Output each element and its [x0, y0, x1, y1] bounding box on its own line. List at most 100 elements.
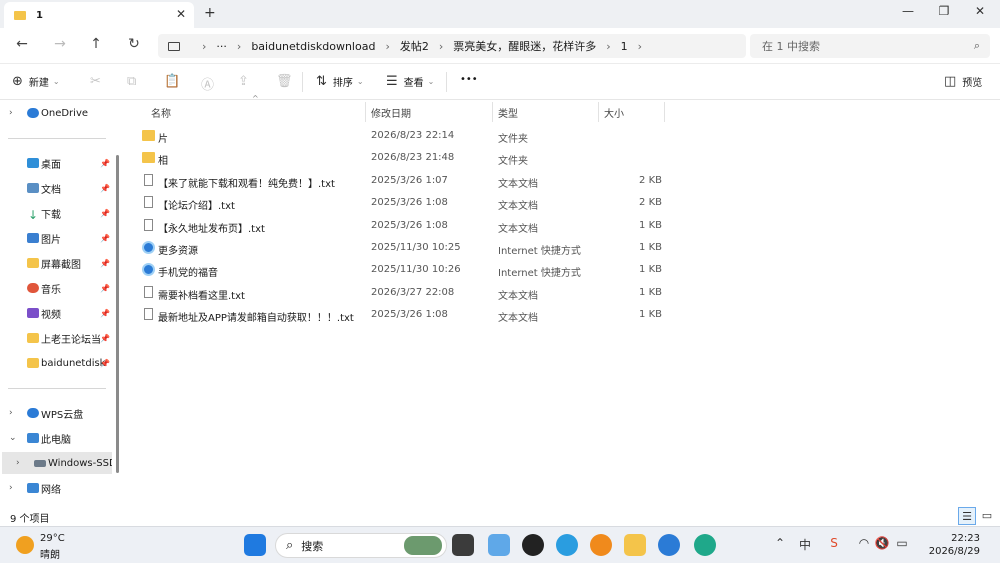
paste-icon[interactable]: 📋 [164, 74, 180, 89]
column-header-date[interactable]: 修改日期 [371, 105, 411, 120]
video-icon [27, 308, 39, 318]
search-input[interactable]: 在 1 中搜索 ⌕ [750, 34, 990, 58]
taskbar-search[interactable]: ⌕ 搜索 [275, 533, 447, 558]
file-row[interactable]: 【永久地址发布页】.txt 2025/3/26 1:08 文本文档 1 KB [138, 215, 678, 237]
delete-icon[interactable]: 🗑 [276, 74, 293, 89]
close-window-button[interactable]: ✕ [970, 4, 990, 18]
breadcrumb-item[interactable]: 1 [621, 40, 628, 53]
new-label: 新建 [28, 78, 49, 89]
search-icon: ⌕ [973, 39, 980, 52]
sidebar-item-pictures[interactable]: 图片 📌 [0, 227, 112, 249]
refresh-button[interactable]: ↻ [124, 36, 144, 52]
sidebar-item-this-pc[interactable]: ⌄ 此电脑 [0, 427, 112, 449]
address-bar[interactable]: › ··· › baidunetdiskdownload › 发帖2 › 票亮美… [158, 34, 746, 58]
sidebar-item-network[interactable]: › 网络 [0, 477, 112, 499]
column-header-size[interactable]: 大小 [604, 105, 624, 120]
column-divider[interactable] [365, 102, 366, 122]
widgets-icon[interactable] [488, 534, 510, 556]
chevron-right-icon[interactable]: › [9, 108, 13, 118]
cloud-icon [27, 408, 39, 418]
cut-icon[interactable]: ✂ [90, 74, 101, 89]
sidebar-item-windows-ssd[interactable]: › Windows-SSD [2, 452, 112, 474]
breadcrumb-item[interactable]: baidunetdiskdownload [251, 40, 375, 53]
forward-button[interactable]: → [50, 36, 70, 52]
weather-description[interactable]: 晴朗 [40, 546, 60, 561]
app-icon[interactable] [590, 534, 612, 556]
file-row[interactable]: 需要补档看这里.txt 2026/3/27 22:08 文本文档 1 KB [138, 282, 678, 304]
windows-start-icon[interactable] [244, 534, 266, 556]
sidebar-item-onedrive[interactable]: › OneDrive [0, 102, 112, 124]
new-button[interactable]: ⊕ 新建 ⌄ [12, 74, 60, 89]
sidebar-item-label: 屏幕截图 [41, 259, 81, 271]
browser-icon[interactable] [556, 534, 578, 556]
file-row[interactable]: 更多资源 2025/11/30 10:25 Internet 快捷方式 1 KB [138, 237, 678, 259]
back-button[interactable]: ← [12, 36, 32, 52]
file-row[interactable]: 【来了就能下载和观看！纯免费！】.txt 2025/3/26 1:07 文本文档 2 … [138, 170, 678, 192]
computer-icon [27, 433, 39, 443]
file-row[interactable]: 相 2026/8/23 21:48 文件夹 [138, 147, 678, 169]
ime-indicator[interactable]: 中 [797, 536, 813, 553]
file-row[interactable]: 【论坛介绍】.txt 2025/3/26 1:08 文本文档 2 KB [138, 192, 678, 214]
new-tab-button[interactable]: + [204, 5, 216, 21]
column-divider[interactable] [598, 102, 599, 122]
file-row[interactable]: 手机党的福音 2025/11/30 10:26 Internet 快捷方式 1 KB [138, 259, 678, 281]
view-button[interactable]: ☰ 查看 ⌄ [386, 74, 434, 89]
sidebar-item-videos[interactable]: 视频 📌 [0, 302, 112, 324]
wps-icon[interactable]: S [826, 536, 842, 550]
wifi-icon[interactable]: ◠ [856, 536, 872, 550]
maximize-button[interactable]: ❐ [934, 4, 954, 18]
sidebar-item-music[interactable]: 音乐 📌 [0, 277, 112, 299]
tab-1[interactable]: 1 ✕ [4, 2, 194, 28]
file-row[interactable]: 片 2026/8/23 22:14 文件夹 [138, 125, 678, 147]
sort-button[interactable]: ⇅ 排序 ⌄ [316, 74, 364, 89]
copy-icon[interactable]: ⧉ [127, 74, 136, 89]
chevron-right-icon[interactable]: › [16, 458, 20, 468]
file-name: 更多资源 [158, 246, 198, 257]
sidebar-scrollbar[interactable] [116, 155, 119, 473]
sidebar-item-folder[interactable]: 上老王论坛当 📌 [0, 327, 112, 349]
baidu-netdisk-icon[interactable] [658, 534, 680, 556]
breadcrumb-ellipsis[interactable]: ··· [216, 40, 227, 53]
up-button[interactable]: ↑ [86, 36, 106, 52]
weather-sun-icon[interactable] [16, 536, 34, 554]
more-options-button[interactable]: ••• [460, 74, 478, 85]
speaker-muted-icon[interactable]: 🔇 [874, 536, 890, 550]
battery-icon[interactable]: ▭ [894, 536, 910, 550]
sidebar-item-screenshots[interactable]: 屏幕截图 📌 [0, 252, 112, 274]
task-view-icon[interactable] [452, 534, 474, 556]
share-icon[interactable]: ⇪ [238, 74, 249, 89]
weather-temperature[interactable]: 29°C [40, 533, 65, 544]
sidebar-item-label: 下载 [41, 209, 61, 221]
column-header-type[interactable]: 类型 [498, 105, 518, 120]
edge-icon[interactable] [694, 534, 716, 556]
chevron-right-icon[interactable]: › [9, 483, 13, 493]
chevron-down-icon[interactable]: ⌄ [9, 433, 17, 443]
sidebar-item-label: 图片 [41, 234, 61, 246]
tiles-view-button[interactable]: ▭ [978, 507, 996, 525]
sidebar-item-downloads[interactable]: ↓ 下载 📌 [0, 202, 112, 224]
preview-button[interactable]: ◫ 预览 [944, 74, 982, 89]
column-divider[interactable] [664, 102, 665, 122]
chevron-right-icon[interactable]: › [9, 408, 13, 418]
close-tab-icon[interactable]: ✕ [176, 7, 186, 21]
breadcrumb-item[interactable]: 发帖2 [400, 38, 429, 54]
sidebar-item-documents[interactable]: 文档 📌 [0, 177, 112, 199]
search-highlight-image [404, 536, 442, 555]
clock-time[interactable]: 22:23 [928, 533, 980, 544]
sidebar-item-label: OneDrive [41, 107, 89, 119]
chevron-up-icon[interactable]: ⌃ [772, 536, 788, 550]
network-icon [27, 483, 39, 493]
column-divider[interactable] [492, 102, 493, 122]
sidebar-item-wps[interactable]: › WPS云盘 [0, 402, 112, 424]
minimize-button[interactable]: — [898, 4, 918, 18]
file-explorer-icon[interactable] [624, 534, 646, 556]
column-header-name[interactable]: 名称 [151, 105, 171, 120]
rename-icon[interactable]: Ⓐ [201, 74, 214, 93]
sidebar-item-baidunetdisk[interactable]: baidunetdisk 📌 [0, 352, 112, 374]
clock-date[interactable]: 2026/8/29 [920, 546, 980, 557]
breadcrumb-item[interactable]: 票亮美女，醒眼迷，花样许多 [453, 38, 596, 54]
sidebar-item-desktop[interactable]: 桌面 📌 [0, 152, 112, 174]
qq-icon[interactable] [522, 534, 544, 556]
details-view-button[interactable]: ☰ [958, 507, 976, 525]
file-row[interactable]: 最新地址及APP请发邮箱自动获取！！！.txt 2025/3/26 1:08 文本文… [138, 304, 678, 326]
